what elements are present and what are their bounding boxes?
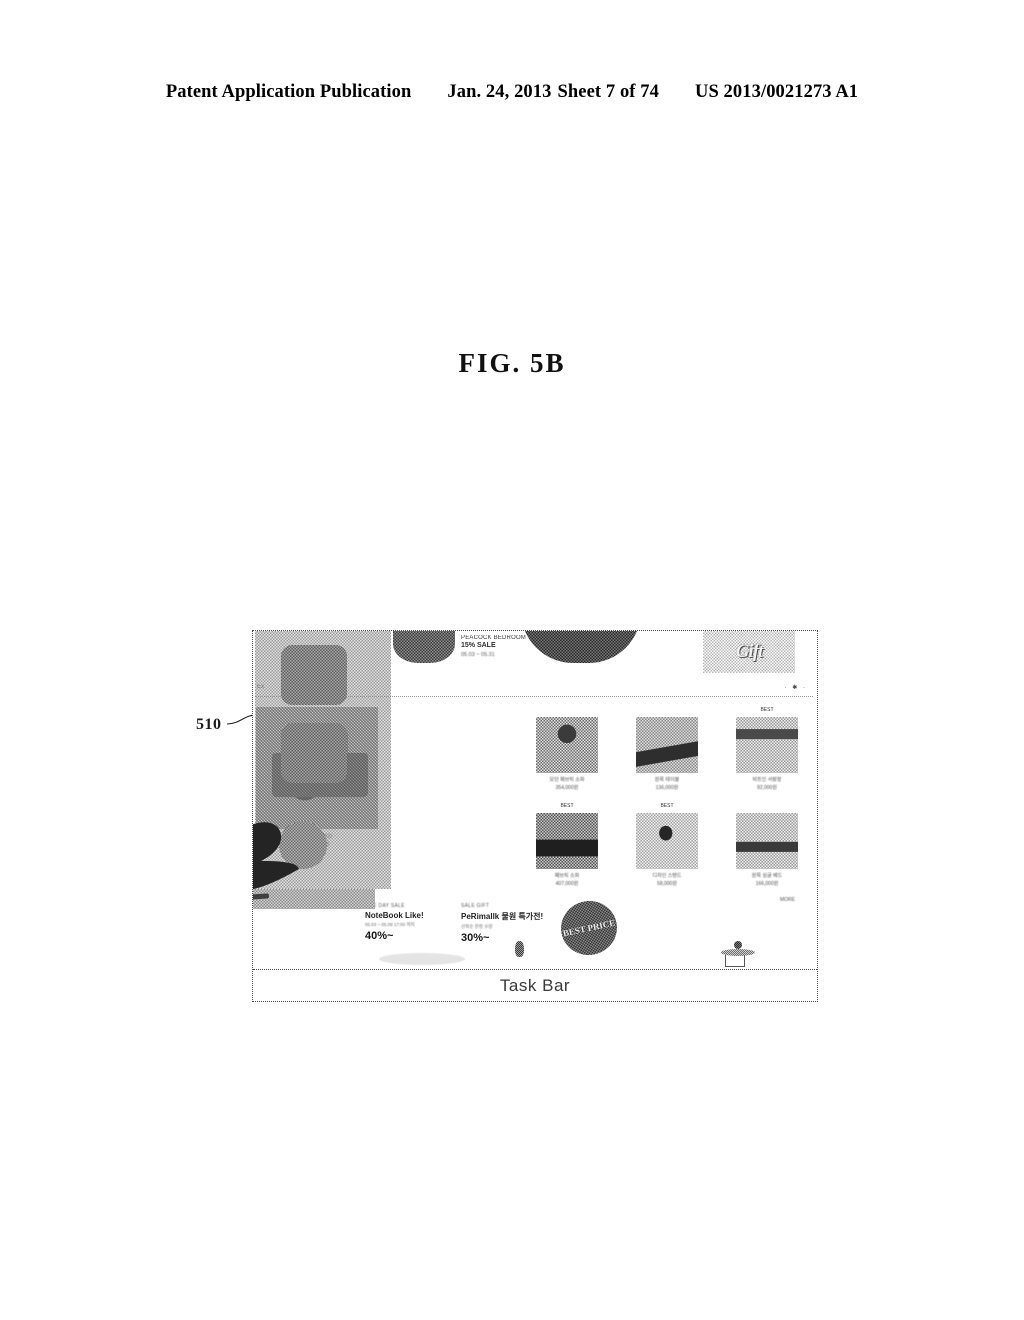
product-cell[interactable]: 원목 테이블 136,000원 <box>621 713 713 807</box>
product-caption-line2: 354,000원 <box>555 784 579 791</box>
promo-two-kicker: SALE GIFT <box>461 903 490 909</box>
promo-two-title: PeRimallk 물원 특가전! <box>461 911 544 921</box>
product-thumbnail <box>736 813 798 869</box>
product-caption: 모던 패브릭 소파 354,000원 <box>521 777 613 792</box>
product-badge: BEST <box>560 803 574 809</box>
overlay-bottom-strip <box>253 889 375 909</box>
promo-block-one[interactable]: ONE DAY SALE NoteBook Like! 05.03 ~ 05.0… <box>365 903 465 942</box>
gift-logo-label: Gift <box>735 641 764 662</box>
patent-publication-label: Patent Application Publication <box>165 82 412 102</box>
product-caption: 원목 테이블 136,000원 <box>621 777 713 792</box>
product-badge: BEST <box>760 707 774 713</box>
product-caption-line1: 패브릭 소파 <box>554 873 580 879</box>
product-cell[interactable]: BEST 비트인 서랑장 92,000원 <box>721 707 813 807</box>
product-caption-line1: 모던 패브릭 소파 <box>549 777 585 783</box>
overlay-icon-two[interactable] <box>281 723 347 783</box>
banner-detail: 05.03 ~ 05.31 <box>461 652 495 658</box>
product-thumbnail <box>536 813 598 869</box>
device-frame: PEACOCK BEDROOM 15% SALE 05.03 ~ 05.31 G… <box>252 630 818 1002</box>
promo-block-two[interactable]: SALE GIFT PeRimallk 물원 특가전! 선착순 한정 수량 30… <box>461 903 571 944</box>
task-bar-label: Task Bar <box>499 975 571 995</box>
product-cell[interactable]: BEST 디자인 스탠드 58,000원 <box>621 803 713 903</box>
banner-text: PEACOCK BEDROOM 15% SALE 05.03 ~ 05.31 <box>461 635 601 658</box>
product-caption: 패브릭 소파 407,000원 <box>521 873 613 888</box>
product-badge: BEST <box>660 803 674 809</box>
overlay-panel-510[interactable] <box>253 631 391 909</box>
person-icon <box>721 941 755 967</box>
promo-one-sub: 05.03 ~ 05.09 17:00 까지 <box>365 921 415 927</box>
patent-sheet-number: Sheet 7 of 74 <box>557 82 659 102</box>
banner-subline: 15% SALE <box>461 642 496 649</box>
product-cell[interactable]: BEST 패브릭 소파 407,000원 <box>521 803 613 903</box>
product-thumbnail <box>636 813 698 869</box>
promo-one-kicker: ONE DAY SALE <box>365 903 405 909</box>
product-caption-line2: 136,000원 <box>655 784 679 791</box>
task-bar[interactable]: Task Bar <box>253 969 817 1001</box>
product-cell[interactable]: 모던 패브릭 소파 354,000원 <box>521 713 613 807</box>
product-cell[interactable]: 원목 싱글 베드 166,000원 <box>721 809 813 903</box>
overlay-strip-mark <box>253 893 270 902</box>
product-caption-line1: 원목 테이블 <box>654 777 680 783</box>
overlay-icon-one[interactable] <box>281 645 347 705</box>
product-thumbnail <box>636 717 698 773</box>
overlay-icon-three[interactable] <box>279 821 327 869</box>
banner-headline: PEACOCK BEDROOM <box>461 635 527 641</box>
product-thumbnail <box>736 717 798 773</box>
patent-header: Patent Application Publication Jan. 24, … <box>0 82 1024 103</box>
product-thumbnail <box>536 717 598 773</box>
screen-content: PEACOCK BEDROOM 15% SALE 05.03 ~ 05.31 G… <box>253 631 817 969</box>
product-grid: 모던 패브릭 소파 354,000원 원목 테이블 136,000원 BEST … <box>521 707 813 903</box>
promo-two-sub: 선착순 한정 수량 <box>461 923 493 929</box>
product-caption: 원목 싱글 베드 166,000원 <box>721 873 813 888</box>
person-head-shape <box>734 941 742 949</box>
figure-title: FIG. 5B <box>458 348 566 378</box>
product-caption-line1: 원목 싱글 베드 <box>751 873 783 879</box>
person-base-shape <box>725 955 745 967</box>
nav-right-icons[interactable]: · ✱ · <box>785 684 807 691</box>
product-caption-line1: 디자인 스탠드 <box>652 873 682 879</box>
promo-one-title: NoteBook Like! <box>365 910 424 920</box>
product-caption-line2: 92,000원 <box>757 784 777 791</box>
product-caption-line2: 58,000원 <box>657 880 677 887</box>
promo-one-percent: 40%~ <box>365 929 394 942</box>
product-caption-line1: 비트인 서랑장 <box>752 777 782 783</box>
product-caption-line2: 407,000원 <box>555 880 579 887</box>
patent-publication-number: US 2013/0021273 A1 <box>694 82 859 102</box>
product-caption-line2: 166,000원 <box>755 880 779 887</box>
gift-logo[interactable]: Gift <box>703 631 795 673</box>
product-caption: 디자인 스탠드 58,000원 <box>621 873 713 888</box>
promo-cloud-shape <box>379 953 465 965</box>
patent-date: Jan. 24, 2013 <box>447 82 552 102</box>
reference-numeral-510: 510 <box>196 716 222 733</box>
product-caption: 비트인 서랑장 92,000원 <box>721 777 813 792</box>
cursor-icon <box>515 941 524 957</box>
best-price-stamp-label: BEST PRICE <box>561 917 616 938</box>
promo-more-badge[interactable]: MORE <box>780 897 795 903</box>
banner-left-image <box>393 631 455 663</box>
